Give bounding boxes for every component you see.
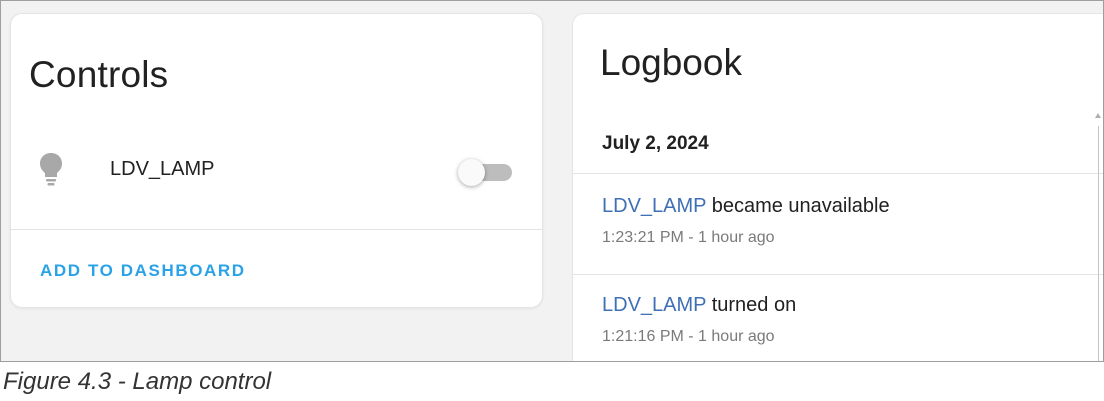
log-entry: LDV_LAMP became unavailable 1:23:21 PM -… [602,195,890,247]
log-entry-time: 1:23:21 PM - 1 hour ago [602,229,775,246]
log-entry-message: turned on [706,294,797,316]
screenshot-frame: Controls LDV_LAMP ADD TO DASHBOARD Logbo… [0,0,1104,362]
log-entity-link[interactable]: LDV_LAMP [602,195,706,217]
lightbulb-icon [40,153,62,186]
log-entry-message: became unavailable [706,195,890,217]
entity-name: LDV_LAMP [110,158,215,180]
log-entry-text: LDV_LAMP turned on [602,294,796,317]
logbook-scrollbar[interactable] [1098,126,1099,361]
logbook-card: Logbook July 2, 2024 LDV_LAMP became una… [572,13,1103,361]
scroll-up-arrow-icon[interactable] [1095,113,1101,118]
log-divider [573,173,1103,174]
log-entry: LDV_LAMP turned on 1:21:16 PM - 1 hour a… [602,294,796,346]
toggle-knob [458,159,485,186]
entity-row-ldv-lamp[interactable]: LDV_LAMP [11,144,542,204]
log-entry-text: LDV_LAMP became unavailable [602,195,890,218]
controls-card: Controls LDV_LAMP ADD TO DASHBOARD [10,13,543,308]
card-divider [11,229,542,230]
lamp-toggle-switch[interactable] [458,157,518,187]
controls-title: Controls [29,54,169,95]
figure-caption: Figure 4.3 - Lamp control [3,368,272,395]
log-entity-link[interactable]: LDV_LAMP [602,294,706,316]
log-entry-time: 1:21:16 PM - 1 hour ago [602,328,775,345]
add-to-dashboard-button[interactable]: ADD TO DASHBOARD [40,261,246,281]
log-divider [573,274,1103,275]
logbook-title: Logbook [600,42,742,83]
logbook-date-header: July 2, 2024 [602,133,709,154]
